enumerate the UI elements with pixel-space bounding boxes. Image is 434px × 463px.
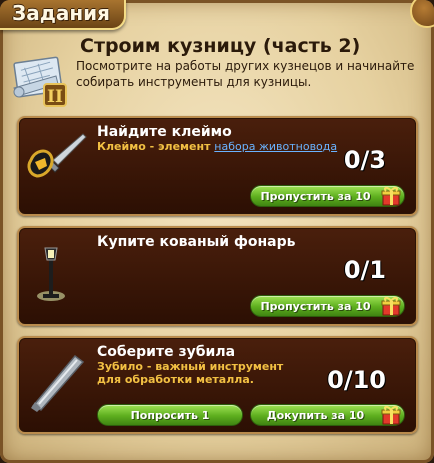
quest-description: Посмотрите на работы других кузнецов и н… [76, 59, 415, 89]
skip-button-label: Пропустить за 10 [260, 299, 371, 313]
task-card-chisels: Соберите зубила Зубило - важный инструме… [17, 336, 418, 434]
gift-icon [381, 187, 401, 206]
skip-button[interactable]: Пропустить за 10 [250, 295, 405, 317]
task-progress: 0/1 [343, 256, 386, 284]
chisel-icon [31, 354, 85, 412]
task-description-text: Клеймо - элемент [97, 140, 215, 153]
close-button[interactable] [410, 0, 434, 28]
task-card-brand: Найдите клеймо Клеймо - элемент набора ж… [17, 116, 418, 216]
collection-link[interactable]: набора животновода [214, 140, 337, 153]
task-card-lantern: Купите кованый фонарь 0/1 Пропустить за … [17, 226, 418, 326]
skip-button[interactable]: Пропустить за 10 [250, 185, 405, 207]
task-progress: 0/10 [327, 366, 386, 394]
skip-button-label: Пропустить за 10 [260, 189, 371, 203]
quests-window: Задания II Строим кузницу (часть 2) Посм… [0, 0, 434, 463]
ask-friends-button[interactable]: Попросить 1 [97, 404, 243, 426]
task-title: Найдите клеймо [97, 124, 232, 140]
lantern-icon [37, 247, 65, 301]
task-description: Клеймо - элемент набора животновода [97, 140, 337, 153]
window-title-tab: Задания [0, 0, 126, 30]
gift-icon [381, 297, 401, 316]
task-title: Соберите зубила [97, 344, 236, 360]
task-title: Купите кованый фонарь [97, 234, 296, 250]
buy-button-label: Докупить за 10 [266, 408, 365, 422]
window-title: Задания [12, 1, 111, 25]
branding-iron-icon [27, 133, 87, 178]
task-description: Зубило - важный инструмент для обработки… [97, 360, 284, 386]
ask-button-label: Попросить 1 [130, 408, 210, 422]
task-progress: 0/3 [343, 146, 386, 174]
quest-title: Строим кузницу (часть 2) [80, 35, 361, 57]
blueprint-scroll-icon: II [13, 56, 67, 107]
part-badge: II [47, 87, 63, 107]
gift-icon [381, 406, 401, 425]
buy-more-button[interactable]: Докупить за 10 [250, 404, 405, 426]
